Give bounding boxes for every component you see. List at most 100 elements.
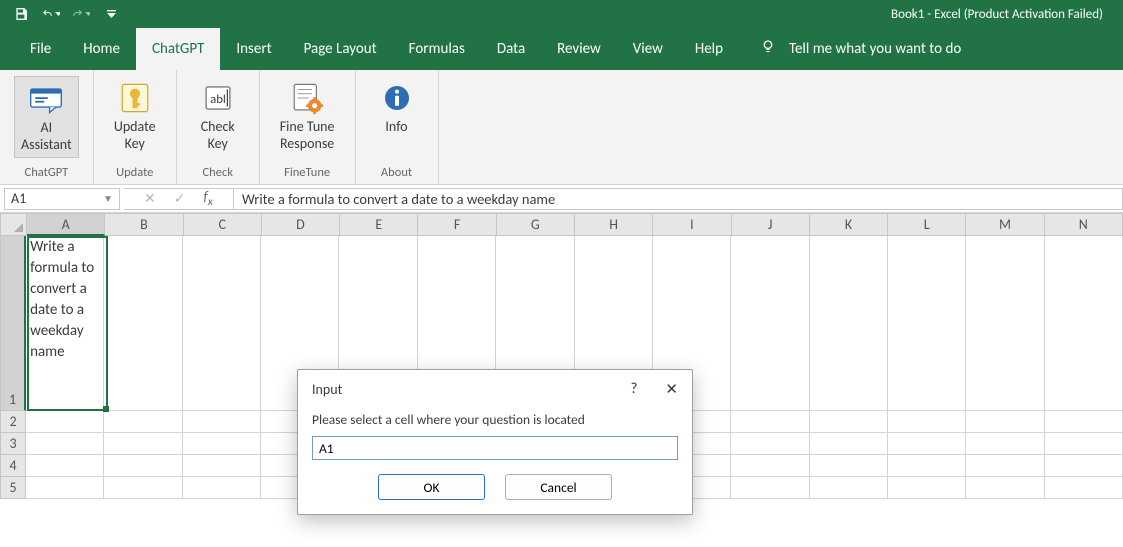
ai-assistant-button[interactable]: AI Assistant	[14, 76, 79, 158]
fine-tune-icon	[289, 80, 325, 116]
cell[interactable]	[888, 477, 966, 499]
cell[interactable]	[888, 411, 966, 433]
cell[interactable]	[1045, 455, 1123, 477]
col-header-c[interactable]: C	[184, 213, 262, 236]
cell[interactable]	[26, 455, 104, 477]
info-button[interactable]: Info	[370, 76, 424, 139]
cell[interactable]	[810, 455, 888, 477]
ok-button[interactable]: OK	[378, 474, 485, 500]
col-header-j[interactable]: J	[732, 213, 810, 236]
fx-icon[interactable]: fx	[203, 188, 212, 209]
cell[interactable]	[810, 236, 888, 411]
col-header-i[interactable]: I	[653, 213, 731, 236]
cell[interactable]	[104, 477, 182, 499]
row-header-2[interactable]: 2	[0, 411, 26, 433]
cell[interactable]	[888, 433, 966, 455]
dialog-cell-input[interactable]	[312, 436, 678, 460]
enter-formula-icon[interactable]: ✓	[174, 190, 186, 207]
cell[interactable]	[1045, 236, 1123, 411]
cell-a1-content: Write a formula to convert a date to a w…	[30, 237, 99, 363]
undo-icon[interactable]	[42, 5, 60, 23]
tab-chatgpt[interactable]: ChatGPT	[136, 28, 220, 70]
cell[interactable]	[26, 477, 104, 499]
cell[interactable]	[810, 477, 888, 499]
cell[interactable]	[183, 433, 261, 455]
cell[interactable]	[966, 455, 1044, 477]
cell[interactable]	[1045, 477, 1123, 499]
col-header-d[interactable]: D	[262, 213, 340, 236]
col-header-b[interactable]: B	[105, 213, 183, 236]
col-header-h[interactable]: H	[575, 213, 653, 236]
col-header-f[interactable]: F	[418, 213, 496, 236]
key-update-icon	[117, 80, 153, 116]
row-header-5[interactable]: 5	[0, 477, 26, 499]
cell[interactable]	[731, 411, 809, 433]
cell[interactable]	[104, 411, 182, 433]
cell[interactable]	[104, 433, 182, 455]
cell[interactable]	[183, 477, 261, 499]
chevron-down-icon[interactable]	[85, 12, 90, 17]
cell[interactable]	[888, 236, 966, 411]
tab-home[interactable]: Home	[67, 28, 136, 70]
cell[interactable]	[888, 455, 966, 477]
tab-data[interactable]: Data	[481, 28, 541, 70]
chat-icon	[28, 81, 64, 117]
dialog-title: Input	[312, 381, 342, 398]
cell[interactable]	[731, 455, 809, 477]
tab-formulas[interactable]: Formulas	[393, 28, 481, 70]
name-box[interactable]: A1 ▼	[4, 188, 120, 210]
group-label-about: About	[381, 165, 412, 180]
redo-icon[interactable]	[72, 5, 90, 23]
cell[interactable]	[183, 411, 261, 433]
cell[interactable]	[966, 433, 1044, 455]
col-header-k[interactable]: K	[810, 213, 888, 236]
fine-tune-button[interactable]: Fine Tune Response	[274, 76, 341, 156]
update-key-button[interactable]: Update Key	[108, 76, 162, 156]
check-key-button[interactable]: abl Check Key	[191, 76, 245, 156]
cell[interactable]	[1045, 411, 1123, 433]
tab-review[interactable]: Review	[541, 28, 617, 70]
cell[interactable]	[26, 433, 104, 455]
tab-help[interactable]: Help	[679, 28, 739, 70]
cell[interactable]	[966, 477, 1044, 499]
cell[interactable]	[731, 477, 809, 499]
col-header-n[interactable]: N	[1045, 213, 1123, 236]
save-icon[interactable]	[12, 5, 30, 23]
cell[interactable]	[183, 455, 261, 477]
select-all-corner[interactable]	[0, 213, 27, 236]
col-header-g[interactable]: G	[497, 213, 575, 236]
ribbon-content: AI Assistant ChatGPT Update Key Update a…	[0, 70, 1123, 185]
row-header-4[interactable]: 4	[0, 455, 26, 477]
cancel-formula-icon[interactable]: ✕	[144, 190, 156, 207]
cell[interactable]	[966, 411, 1044, 433]
cell[interactable]	[26, 411, 104, 433]
col-header-m[interactable]: M	[966, 213, 1044, 236]
tell-me-box[interactable]: Tell me what you want to do	[759, 38, 961, 61]
col-header-a[interactable]: A	[27, 213, 105, 236]
cell[interactable]	[966, 236, 1044, 411]
cell[interactable]	[1045, 433, 1123, 455]
cell-a1[interactable]: Write a formula to convert a date to a w…	[26, 236, 104, 411]
tab-page-layout[interactable]: Page Layout	[288, 28, 393, 70]
tab-view[interactable]: View	[617, 28, 679, 70]
col-header-e[interactable]: E	[340, 213, 418, 236]
chevron-down-icon[interactable]	[55, 12, 60, 17]
cell[interactable]	[731, 433, 809, 455]
col-header-l[interactable]: L	[888, 213, 966, 236]
qat-customize-icon[interactable]	[102, 5, 120, 23]
row-header-1[interactable]: 1	[0, 236, 26, 411]
cell[interactable]	[183, 236, 261, 411]
help-icon[interactable]: ?	[630, 380, 637, 399]
tab-file[interactable]: File	[14, 28, 67, 70]
cell[interactable]	[104, 236, 182, 411]
cell[interactable]	[104, 455, 182, 477]
tab-insert[interactable]: Insert	[220, 28, 287, 70]
cell[interactable]	[810, 433, 888, 455]
close-icon[interactable]: ✕	[665, 380, 678, 399]
cell[interactable]	[810, 411, 888, 433]
row-header-3[interactable]: 3	[0, 433, 26, 455]
formula-bar-input[interactable]: Write a formula to convert a date to a w…	[234, 188, 1123, 210]
chevron-down-icon[interactable]: ▼	[103, 192, 113, 205]
cancel-button[interactable]: Cancel	[505, 474, 612, 500]
cell[interactable]	[731, 236, 809, 411]
